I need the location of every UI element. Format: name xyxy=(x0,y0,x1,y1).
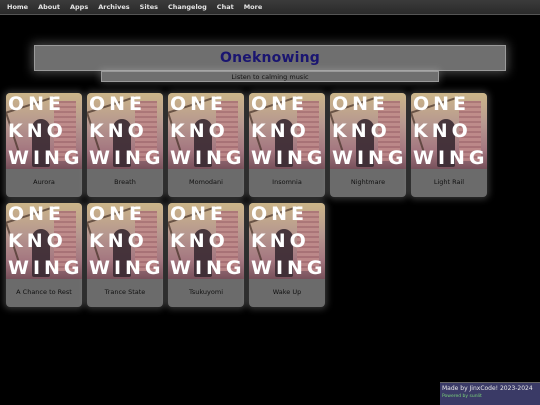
nav-apps-link[interactable]: Apps xyxy=(70,3,88,11)
album-cover-image: ONE KNO WING xyxy=(411,93,487,169)
footer-credit: Made by JinxCode! 2023-2024 xyxy=(442,385,533,392)
track-card[interactable]: ONE KNO WING Aurora xyxy=(6,93,82,197)
track-title: Breath xyxy=(114,178,136,186)
track-title: A Chance to Rest xyxy=(16,288,72,296)
album-cover-image: ONE KNO WING xyxy=(87,93,163,169)
track-title: Aurora xyxy=(33,178,55,186)
track-card[interactable]: ONE KNO WING Insomnia xyxy=(249,93,325,197)
page-subtitle: Listen to calming music xyxy=(231,72,309,81)
track-card[interactable]: ONE KNO WING A Chance to Rest xyxy=(6,203,82,307)
album-cover-image: ONE KNO WING xyxy=(168,93,244,169)
nav-chat-link[interactable]: Chat xyxy=(217,3,234,11)
page-subtitle-box: Listen to calming music xyxy=(101,71,439,82)
nav-home-link[interactable]: Home xyxy=(7,3,28,11)
nav-more-link[interactable]: More xyxy=(244,3,263,11)
track-card[interactable]: ONE KNO WING Light Rail xyxy=(411,93,487,197)
footer-powered-by: Powered by sunlit xyxy=(442,394,482,399)
track-title: Light Rail xyxy=(433,178,465,186)
nav-changelog-link[interactable]: Changelog xyxy=(168,3,207,11)
album-cover-image: ONE KNO WING xyxy=(87,203,163,279)
album-cover-image: ONE KNO WING xyxy=(249,93,325,169)
nav-sites-link[interactable]: Sites xyxy=(140,3,158,11)
album-cover-image: ONE KNO WING xyxy=(6,203,82,279)
track-title: Nightmare xyxy=(350,178,386,186)
track-card[interactable]: ONE KNO WING Breath xyxy=(87,93,163,197)
track-title: Wake Up xyxy=(272,288,302,296)
album-cover-image: ONE KNO WING xyxy=(330,93,406,169)
top-navbar: Home About Apps Archives Sites Changelog… xyxy=(0,0,540,15)
track-card[interactable]: ONE KNO WING Trance State xyxy=(87,203,163,307)
track-title: Momodani xyxy=(189,178,223,186)
track-title: Trance State xyxy=(104,288,146,296)
album-cover-image: ONE KNO WING xyxy=(6,93,82,169)
track-card[interactable]: ONE KNO WING Nightmare xyxy=(330,93,406,197)
nav-about-link[interactable]: About xyxy=(38,3,60,11)
album-cover-image: ONE KNO WING xyxy=(168,203,244,279)
track-card[interactable]: ONE KNO WING Momodani xyxy=(168,93,244,197)
track-card[interactable]: ONE KNO WING Wake Up xyxy=(249,203,325,307)
album-cover-image: ONE KNO WING xyxy=(249,203,325,279)
track-card[interactable]: ONE KNO WING Tsukuyomi xyxy=(168,203,244,307)
track-title: Tsukuyomi xyxy=(188,288,224,296)
page-title-box: Oneknowing xyxy=(34,45,506,71)
site-footer: Made by JinxCode! 2023-2024 Powered by s… xyxy=(440,382,540,405)
page-title: Oneknowing xyxy=(220,50,320,66)
track-title: Insomnia xyxy=(272,178,302,186)
nav-archives-link[interactable]: Archives xyxy=(98,3,129,11)
